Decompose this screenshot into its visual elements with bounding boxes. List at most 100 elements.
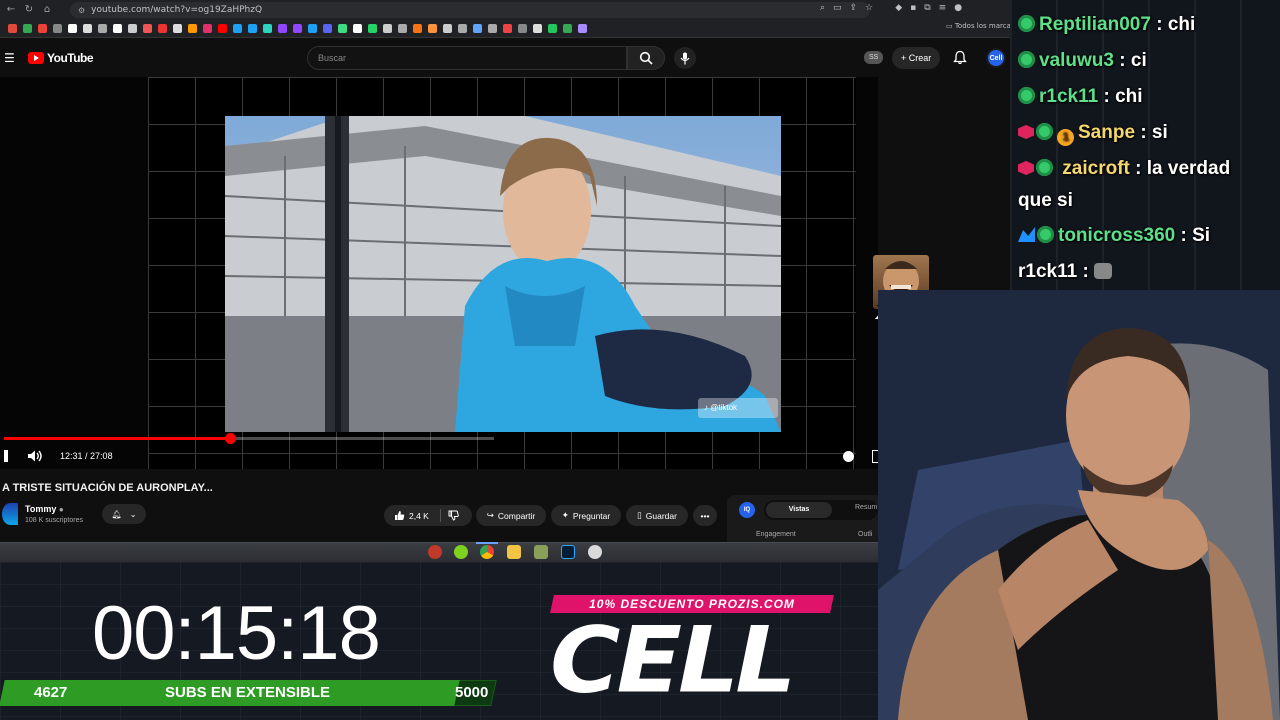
bookmark-icon[interactable] (413, 24, 422, 33)
extensions-icon[interactable]: ⧉ (924, 3, 930, 13)
video-player[interactable]: ♪ @tiktok (0, 77, 878, 469)
tiktok-icon[interactable] (83, 24, 92, 33)
bookmark-icon[interactable] (113, 24, 122, 33)
like-dislike-group: 2,4 K (384, 505, 472, 526)
bookmark-icon[interactable] (263, 24, 272, 33)
chat-username: zaicroft (1062, 158, 1130, 179)
reload-icon[interactable]: ↻ (24, 5, 34, 15)
like-icon[interactable] (394, 510, 405, 521)
youtube-bookmark-icon[interactable] (218, 24, 227, 33)
bookmark-icon[interactable] (578, 24, 587, 33)
account-avatar[interactable]: Cell (986, 48, 1006, 68)
search-input[interactable] (308, 47, 626, 69)
bookmark-icon[interactable] (308, 24, 317, 33)
address-bar[interactable]: ⚙ youtube.com/watch?v=og19ZaHPhzQ (70, 2, 870, 18)
extension-icon[interactable]: ▪ (910, 3, 916, 13)
bookmark-icon[interactable] (488, 24, 497, 33)
bookmark-icon[interactable] (233, 24, 242, 33)
bookmark-icon[interactable] (398, 24, 407, 33)
home-icon[interactable]: ⌂ (42, 5, 52, 15)
app-icon[interactable] (454, 545, 468, 559)
video-title: A TRISTE SITUACIÓN DE AURONPLAY... (2, 482, 213, 494)
save-label: Guardar (645, 510, 677, 521)
create-button[interactable]: + Crear (892, 47, 941, 69)
video-frame[interactable] (225, 116, 781, 432)
search-button[interactable] (627, 46, 665, 70)
bookmark-icon[interactable] (338, 24, 347, 33)
dislike-icon[interactable] (448, 510, 459, 521)
bookmark-icon[interactable] (293, 24, 302, 33)
subscription-bell-button[interactable]: 🔔︎ ⌄ (102, 504, 146, 524)
extension-badge[interactable]: SS (864, 51, 884, 64)
bookmark-icon[interactable] (563, 24, 572, 33)
twitch-icon[interactable] (278, 24, 287, 33)
tab-summary[interactable]: Resum (855, 504, 877, 511)
bookmark-icon[interactable] (473, 24, 482, 33)
ask-button[interactable]: ✦ Preguntar (551, 505, 621, 526)
minecraft-icon[interactable] (534, 545, 548, 559)
bookmark-icon[interactable] (503, 24, 512, 33)
like-count[interactable]: 2,4 K (409, 511, 429, 521)
channel-avatar[interactable] (2, 503, 18, 525)
all-bookmarks-folder[interactable]: ▭ Todos los marcadores (946, 22, 1010, 30)
bookmark-star-icon[interactable]: ☆ (865, 3, 873, 13)
instagram-icon[interactable] (203, 24, 212, 33)
profile-icon[interactable]: ● (954, 3, 962, 13)
channel-name[interactable]: Tommy ● (25, 504, 64, 514)
app-icon[interactable] (588, 545, 602, 559)
bookmark-icon[interactable] (53, 24, 62, 33)
prime-badge-icon (1018, 227, 1035, 242)
youtube-logo[interactable]: YouTube (28, 51, 94, 65)
bookmark-icon[interactable] (323, 24, 332, 33)
file-explorer-icon[interactable] (507, 545, 521, 559)
subs-goal-label: SUBS EN EXTENSIBLE (165, 684, 331, 701)
gmail-icon[interactable] (38, 24, 47, 33)
pause-icon[interactable] (4, 450, 8, 462)
bookmark-icon[interactable] (248, 24, 257, 33)
verified-icon: ● (58, 505, 64, 514)
bookmark-icon[interactable] (428, 24, 437, 33)
bookmark-icon[interactable] (368, 24, 377, 33)
bookmark-icon[interactable] (98, 24, 107, 33)
save-button[interactable]: ▯ Guardar (626, 505, 688, 526)
back-icon[interactable]: ← (6, 5, 16, 15)
autoplay-toggle[interactable] (843, 451, 854, 462)
extension-icon[interactable]: ◆ (895, 3, 902, 13)
bookmark-icon[interactable] (458, 24, 467, 33)
notifications-button[interactable] (953, 50, 967, 70)
bookmark-icon[interactable] (143, 24, 152, 33)
bookmark-icon[interactable] (128, 24, 137, 33)
zoom-icon[interactable]: ⌕ (820, 3, 825, 13)
chrome-icon[interactable] (480, 545, 494, 559)
bookmark-icon[interactable] (533, 24, 542, 33)
bookmark-icon[interactable] (158, 24, 167, 33)
chat-text: : la verdad (1135, 158, 1231, 179)
site-info-icon[interactable]: ⚙ (78, 6, 85, 15)
menu-icon[interactable]: ☰ (4, 51, 15, 65)
bookmark-icon[interactable] (548, 24, 557, 33)
media-icon[interactable]: ≡ (939, 3, 947, 13)
chat-username: Sanpe (1078, 122, 1136, 143)
bookmark-icon[interactable] (23, 24, 32, 33)
obs-icon[interactable] (428, 545, 442, 559)
volume-button[interactable] (27, 449, 43, 468)
more-actions-button[interactable]: ••• (693, 505, 717, 526)
bookmark-icon[interactable] (8, 24, 17, 33)
bookmark-icon[interactable] (188, 24, 197, 33)
bookmark-icon[interactable] (383, 24, 392, 33)
photoshop-icon[interactable] (561, 545, 575, 559)
bookmark-icon[interactable] (173, 24, 182, 33)
bookmark-icon[interactable] (443, 24, 452, 33)
iq-badge[interactable]: IQ (739, 502, 755, 518)
bookmark-icon[interactable] (353, 24, 362, 33)
voice-search-button[interactable] (674, 47, 696, 69)
cast-icon[interactable]: ▭ (833, 3, 842, 13)
bookmark-icon[interactable] (518, 24, 527, 33)
sub-badge-icon (1036, 159, 1053, 176)
share-button[interactable]: ↪ Compartir (476, 505, 546, 526)
share-icon[interactable]: ⇪ (850, 3, 858, 13)
tab-views[interactable]: Vistas (766, 502, 832, 518)
x-icon[interactable] (68, 24, 77, 33)
progress-scrubber[interactable] (225, 433, 236, 444)
share-icon: ↪ (486, 510, 494, 520)
